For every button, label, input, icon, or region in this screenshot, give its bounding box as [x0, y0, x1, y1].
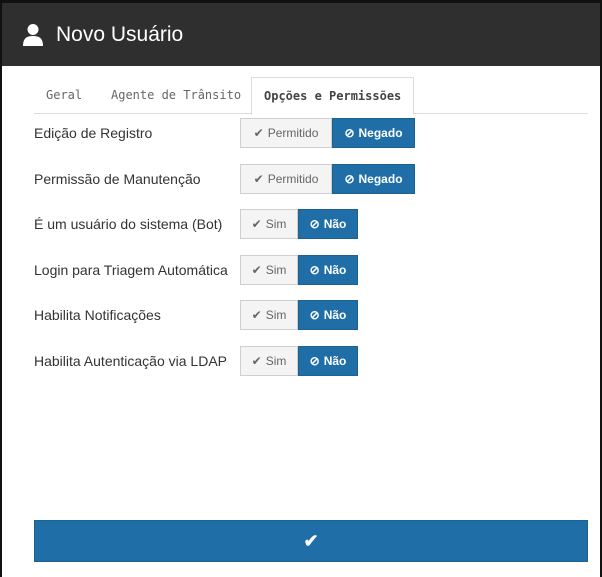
option-label: Permissão de Manutenção	[34, 171, 201, 187]
tab-bar: Geral Agente de Trânsito Opções e Permis…	[34, 77, 588, 115]
option-row-permissao-de-manutencao: Permissão de Manutenção ✔ Permitido ⊘ Ne…	[34, 164, 415, 194]
option-no-label: Negado	[358, 172, 403, 186]
sim-button[interactable]: ✔ Sim	[240, 300, 298, 330]
tab-opcoes-e-permissoes[interactable]: Opções e Permissões	[251, 77, 415, 115]
ban-icon: ⊘	[309, 217, 320, 231]
option-no-label: Não	[323, 263, 347, 277]
yes-no-toggle: ✔ Sim ⊘ Não	[240, 255, 358, 285]
check-icon: ✔	[251, 217, 262, 231]
permission-toggle: ✔ Permitido ⊘ Negado	[240, 118, 415, 148]
sim-button[interactable]: ✔ Sim	[240, 255, 298, 285]
permission-toggle: ✔ Permitido ⊘ Negado	[240, 164, 415, 194]
option-row-autenticacao-ldap: Habilita Autenticação via LDAP ✔ Sim ⊘ N…	[34, 346, 358, 376]
option-label: É um usuário do sistema (Bot)	[34, 216, 223, 232]
option-yes-label: Permitido	[267, 126, 319, 140]
check-icon: ✔	[253, 172, 264, 186]
dialog-header: Novo Usuário	[2, 3, 600, 66]
tab-agente-de-transito[interactable]: Agente de Trânsito	[99, 77, 253, 114]
option-label: Habilita Autenticação via LDAP	[34, 353, 227, 369]
ban-icon: ⊘	[309, 263, 320, 277]
nao-button[interactable]: ⊘ Não	[298, 346, 358, 376]
user-icon	[22, 23, 44, 47]
ban-icon: ⊘	[344, 172, 355, 186]
option-label: Edição de Registro	[34, 125, 153, 141]
nao-button[interactable]: ⊘ Não	[298, 255, 358, 285]
option-row-login-triagem-automatica: Login para Triagem Automática ✔ Sim ⊘ Nã…	[34, 255, 358, 285]
option-label: Habilita Notificações	[34, 307, 161, 323]
option-no-label: Não	[323, 217, 347, 231]
option-row-usuario-do-sistema-bot: É um usuário do sistema (Bot) ✔ Sim ⊘ Nã…	[34, 209, 358, 239]
option-no-label: Não	[323, 308, 347, 322]
option-row-habilita-notificacoes: Habilita Notificações ✔ Sim ⊘ Não	[34, 300, 358, 330]
option-row-edicao-de-registro: Edição de Registro ✔ Permitido ⊘ Negado	[34, 118, 415, 148]
option-label: Login para Triagem Automática	[34, 262, 228, 278]
nao-button[interactable]: ⊘ Não	[298, 300, 358, 330]
save-button[interactable]: ✔	[34, 520, 588, 562]
check-icon: ✔	[251, 308, 262, 322]
ban-icon: ⊘	[309, 308, 320, 322]
check-icon: ✔	[251, 354, 262, 368]
tab-geral[interactable]: Geral	[34, 77, 94, 114]
negado-button[interactable]: ⊘ Negado	[332, 164, 415, 194]
check-icon: ✔	[251, 263, 262, 277]
yes-no-toggle: ✔ Sim ⊘ Não	[240, 209, 358, 239]
option-no-label: Não	[323, 354, 347, 368]
ban-icon: ⊘	[309, 354, 320, 368]
check-icon: ✔	[303, 530, 319, 551]
permitido-button[interactable]: ✔ Permitido	[240, 164, 332, 194]
option-yes-label: Sim	[265, 308, 287, 322]
nao-button[interactable]: ⊘ Não	[298, 209, 358, 239]
yes-no-toggle: ✔ Sim ⊘ Não	[240, 300, 358, 330]
negado-button[interactable]: ⊘ Negado	[332, 118, 415, 148]
permitido-button[interactable]: ✔ Permitido	[240, 118, 332, 148]
sim-button[interactable]: ✔ Sim	[240, 209, 298, 239]
dialog-title: Novo Usuário	[56, 22, 184, 46]
option-yes-label: Permitido	[267, 172, 319, 186]
option-yes-label: Sim	[265, 354, 287, 368]
option-yes-label: Sim	[265, 217, 287, 231]
option-no-label: Negado	[358, 126, 403, 140]
option-yes-label: Sim	[265, 263, 287, 277]
yes-no-toggle: ✔ Sim ⊘ Não	[240, 346, 358, 376]
sim-button[interactable]: ✔ Sim	[240, 346, 298, 376]
ban-icon: ⊘	[344, 126, 355, 140]
check-icon: ✔	[253, 126, 264, 140]
